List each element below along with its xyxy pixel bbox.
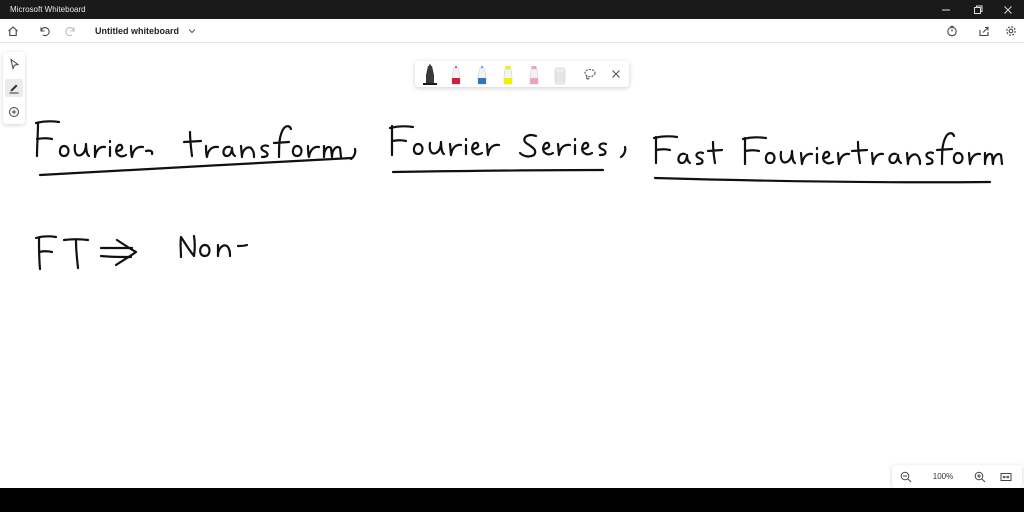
zoom-control: 100% <box>892 465 1022 488</box>
select-icon <box>10 58 20 70</box>
window-titlebar: Microsoft Whiteboard <box>0 0 1024 19</box>
close-window-button[interactable] <box>992 0 1024 19</box>
select-tool-button[interactable] <box>5 55 23 73</box>
home-icon <box>8 26 18 37</box>
add-icon <box>9 107 19 117</box>
black-pen-button[interactable] <box>419 63 441 85</box>
ink-toolbar <box>415 61 629 87</box>
timer-icon <box>947 25 957 37</box>
yellow-highlighter-button[interactable] <box>497 63 519 85</box>
redo-button[interactable] <box>62 22 80 40</box>
pink-highlighter-button[interactable] <box>523 63 545 85</box>
blue-pen-button[interactable] <box>471 63 493 85</box>
restore-button[interactable] <box>962 0 994 19</box>
timer-button[interactable] <box>943 22 961 40</box>
share-icon <box>979 26 989 37</box>
fit-screen-button[interactable] <box>997 468 1014 485</box>
bottom-band <box>0 488 1024 512</box>
settings-button[interactable] <box>1002 22 1020 40</box>
fit-screen-icon <box>1000 472 1011 481</box>
zoom-out-button[interactable] <box>897 468 914 485</box>
app-bar: Untitled whiteboard <box>0 19 1024 43</box>
whiteboard-canvas[interactable] <box>0 43 1024 488</box>
restore-icon <box>974 5 983 14</box>
lasso-button[interactable] <box>579 63 601 85</box>
undo-button[interactable] <box>35 22 53 40</box>
share-button[interactable] <box>975 22 993 40</box>
chevron-down-icon[interactable] <box>186 25 198 37</box>
eraser-button[interactable] <box>549 63 571 85</box>
add-content-button[interactable] <box>5 103 23 121</box>
redo-icon <box>65 27 75 37</box>
zoom-out-icon <box>900 471 911 482</box>
minimize-icon <box>942 9 950 10</box>
zoom-in-icon <box>974 471 985 482</box>
close-ink-toolbar-button[interactable] <box>605 63 627 85</box>
zoom-in-button[interactable] <box>971 468 988 485</box>
gear-icon <box>1006 26 1016 36</box>
red-pen-button[interactable] <box>445 63 467 85</box>
app-title: Microsoft Whiteboard <box>10 5 86 14</box>
undo-icon <box>40 27 50 37</box>
board-title[interactable]: Untitled whiteboard <box>95 25 179 37</box>
home-button[interactable] <box>4 22 22 40</box>
left-toolbar <box>3 52 25 124</box>
close-icon <box>1004 5 1012 14</box>
minimize-button[interactable] <box>930 0 962 19</box>
zoom-level[interactable]: 100% <box>928 471 958 482</box>
pen-tool-button[interactable] <box>5 79 23 97</box>
pen-icon <box>9 84 19 94</box>
